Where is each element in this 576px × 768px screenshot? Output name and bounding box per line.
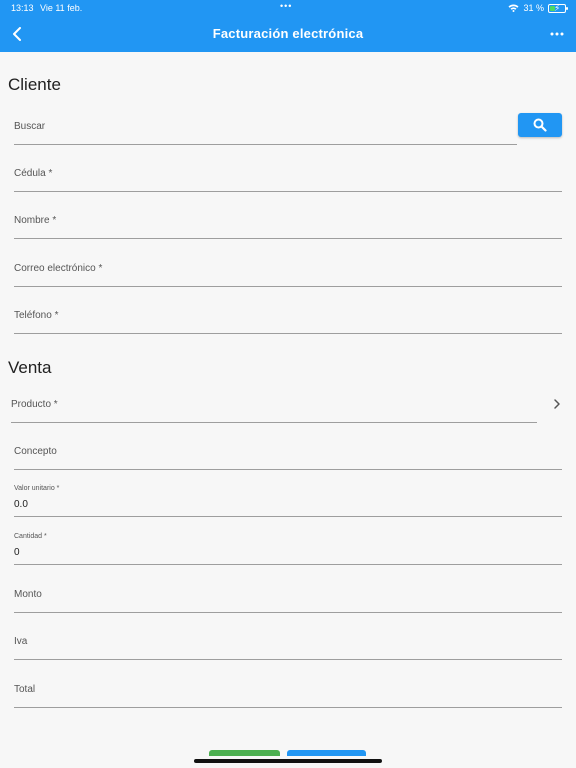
producto-selector[interactable]: Producto * (11, 383, 537, 423)
nombre-label: Nombre * (14, 215, 57, 226)
battery-icon: ⚡ (548, 3, 568, 13)
app-bar: Facturación electrónica (0, 16, 576, 52)
iva-label: Iva (14, 636, 28, 647)
search-label: Buscar (14, 121, 46, 132)
search-input[interactable]: Buscar (14, 105, 517, 145)
cantidad-value: 0 (14, 547, 20, 558)
status-bar: 13:13 Vie 11 feb. ••• 31 % ⚡ (0, 0, 576, 16)
iva-field: Iva (14, 620, 562, 660)
green-action-button[interactable] (209, 750, 280, 756)
total-field: Total (14, 668, 562, 708)
valor-unitario-field[interactable]: Valor unitario * 0.0 (14, 477, 562, 517)
multitask-dots[interactable]: ••• (280, 1, 292, 11)
valor-unitario-label: Valor unitario * (14, 485, 60, 492)
chevron-right-icon[interactable] (551, 398, 563, 410)
header: 13:13 Vie 11 feb. ••• 31 % ⚡ Facturación… (0, 0, 576, 52)
screen: 13:13 Vie 11 feb. ••• 31 % ⚡ Facturación… (0, 0, 576, 768)
section-title-venta: Venta (8, 358, 52, 377)
search-button[interactable] (518, 113, 562, 137)
telefono-field[interactable]: Teléfono * (14, 294, 562, 334)
battery-percent: 31 % (523, 3, 544, 13)
nombre-field[interactable]: Nombre * (14, 199, 562, 239)
cedula-label: Cédula * (14, 168, 53, 179)
cantidad-label: Cantidad * (14, 533, 47, 540)
blue-action-button[interactable] (287, 750, 366, 756)
monto-field: Monto (14, 573, 562, 613)
status-time: 13:13 (11, 3, 34, 13)
producto-label: Producto * (11, 399, 58, 410)
telefono-label: Teléfono * (14, 310, 59, 321)
concepto-label: Concepto (14, 446, 57, 457)
monto-label: Monto (14, 589, 42, 600)
search-icon (533, 118, 547, 132)
wifi-icon (508, 4, 519, 12)
concepto-field[interactable]: Concepto (14, 430, 562, 470)
page-title: Facturación electrónica (212, 26, 364, 41)
status-date: Vie 11 feb. (40, 3, 83, 13)
more-horizontal-icon (550, 32, 564, 36)
status-indicators: 31 % ⚡ (508, 3, 568, 13)
home-indicator[interactable] (194, 759, 382, 763)
correo-field[interactable]: Correo electrónico * (14, 247, 562, 287)
correo-label: Correo electrónico * (14, 263, 103, 274)
cantidad-field[interactable]: Cantidad * 0 (14, 525, 562, 565)
cedula-field[interactable]: Cédula * (14, 152, 562, 192)
section-title-cliente: Cliente (8, 75, 61, 94)
total-label: Total (14, 684, 36, 695)
more-options-button[interactable] (546, 23, 568, 45)
valor-unitario-value: 0.0 (14, 499, 28, 510)
